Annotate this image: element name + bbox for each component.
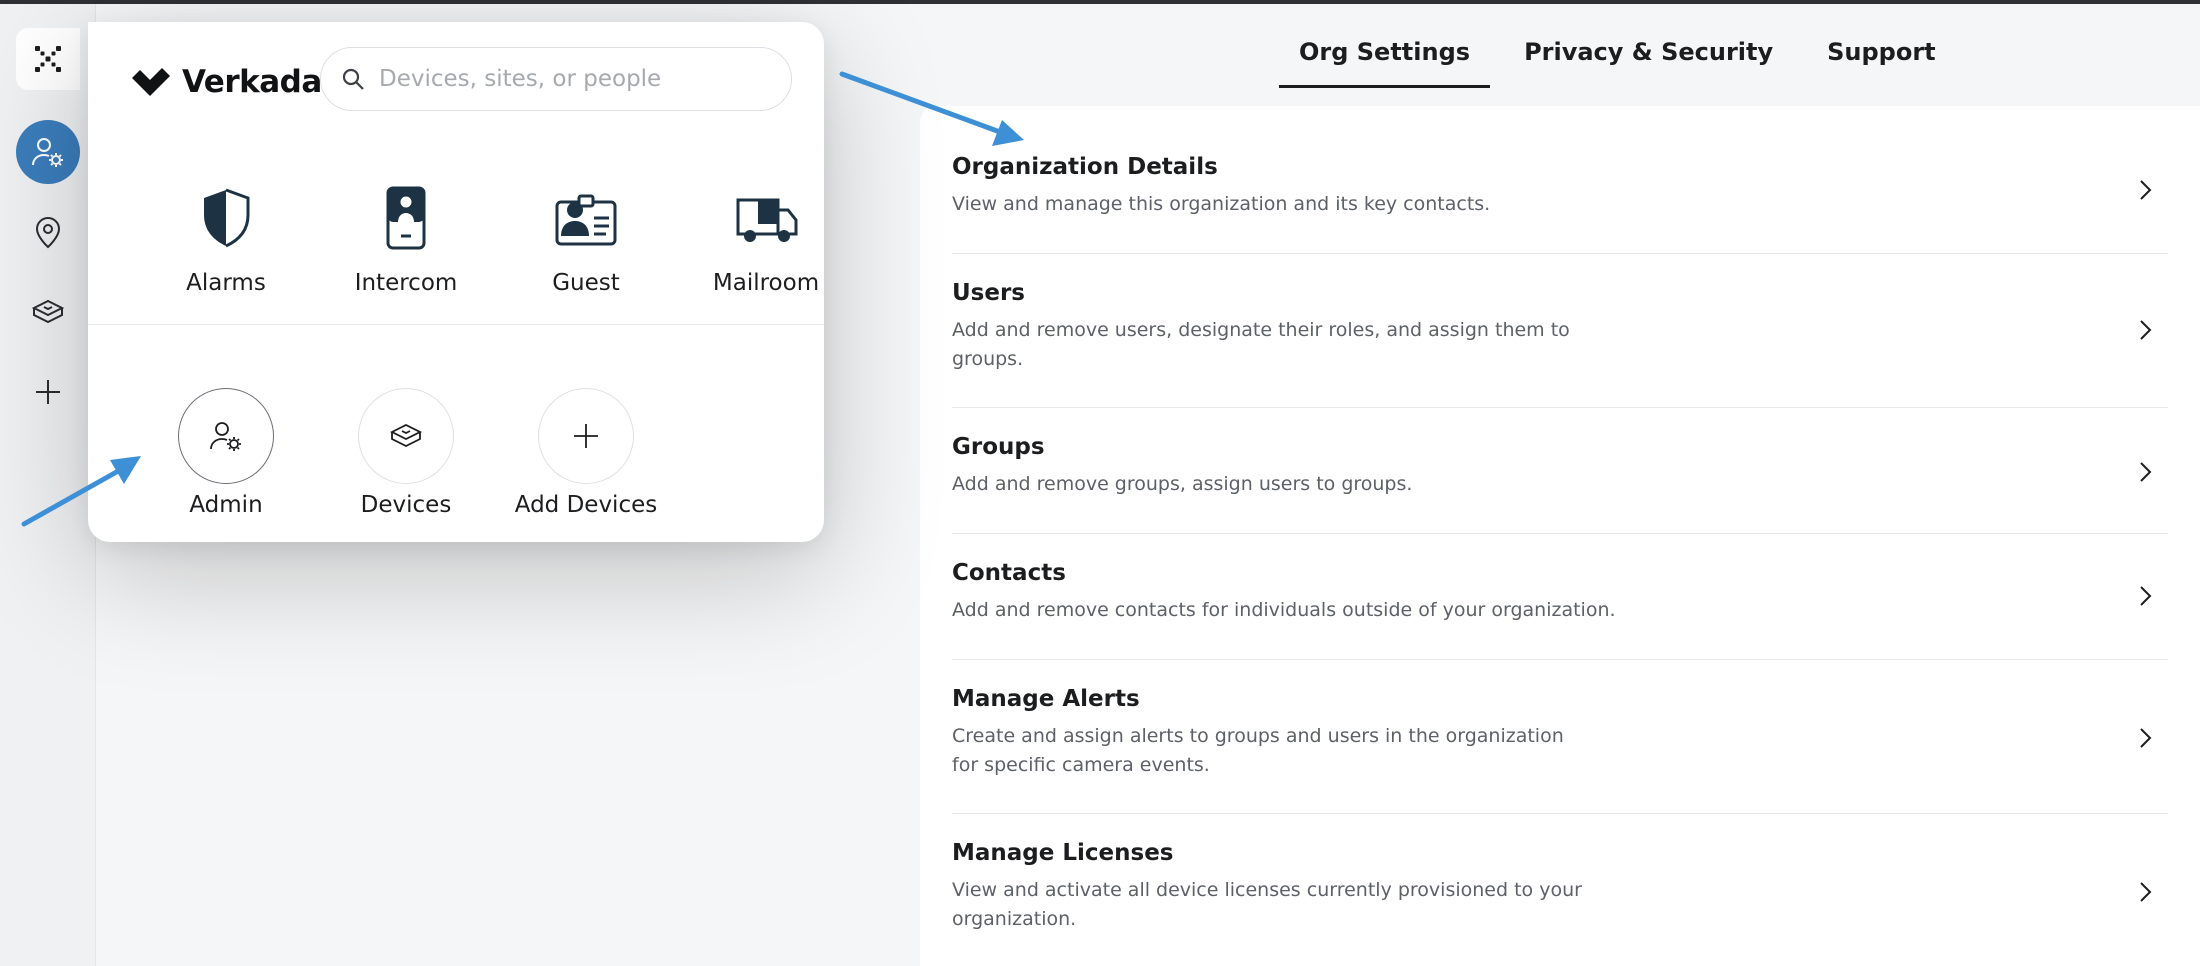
- settings-row-description: View and activate all device licenses cu…: [952, 879, 1582, 930]
- tab-support[interactable]: Support: [1807, 30, 1956, 88]
- settings-row-title: Manage Alerts: [952, 686, 1140, 712]
- app-root: Org Settings Privacy & Security Support …: [0, 0, 2200, 966]
- rail-devices-button[interactable]: [16, 280, 80, 344]
- search-icon: [342, 68, 364, 90]
- launcher-search[interactable]: [320, 47, 792, 111]
- settings-row-description: Add and remove groups, assign users to g…: [952, 473, 1413, 495]
- device-box-icon: [389, 423, 423, 448]
- delivery-truck-icon: [736, 198, 798, 242]
- tool-label: Admin: [189, 492, 263, 518]
- settings-row-contacts[interactable]: Contacts Add and remove contacts for ind…: [952, 534, 2168, 660]
- app-label: Intercom: [354, 270, 458, 296]
- app-guest[interactable]: Guest: [496, 162, 676, 312]
- rail-sites-button[interactable]: [16, 200, 80, 264]
- tab-org-settings[interactable]: Org Settings: [1279, 30, 1491, 88]
- settings-row-title: Contacts: [952, 560, 1066, 586]
- app-label: Alarms: [186, 270, 266, 296]
- chevron-right-icon: [2140, 462, 2152, 482]
- verkada-logo-icon: [132, 68, 170, 96]
- launcher-divider: [88, 324, 824, 325]
- app-switcher-button[interactable]: [16, 28, 80, 90]
- device-box-icon: [31, 299, 65, 324]
- settings-row-organization-details[interactable]: Organization Details View and manage thi…: [952, 106, 2168, 254]
- app-alarms[interactable]: Alarms: [136, 162, 316, 312]
- shield-icon: [204, 188, 250, 248]
- settings-row-manage-alerts[interactable]: Manage Alerts Create and assign alerts t…: [952, 660, 2168, 814]
- tab-privacy-security[interactable]: Privacy & Security: [1504, 30, 1793, 88]
- app-label: Guest: [552, 270, 620, 296]
- app-label: Mailroom: [712, 270, 820, 296]
- chevron-right-icon: [2140, 320, 2152, 340]
- org-settings-list: Organization Details View and manage thi…: [920, 106, 2200, 966]
- tool-admin[interactable]: Admin: [136, 364, 316, 518]
- user-gear-icon: [32, 138, 63, 167]
- plus-icon: [36, 380, 60, 404]
- chevron-right-icon: [2140, 728, 2152, 748]
- settings-row-description: Add and remove contacts for individuals …: [952, 599, 1616, 621]
- left-rail: [0, 4, 96, 966]
- settings-row-title: Organization Details: [952, 154, 1218, 180]
- chevron-right-icon: [2140, 586, 2152, 606]
- settings-row-title: Groups: [952, 434, 1045, 460]
- settings-tabs: Org Settings Privacy & Security Support: [1279, 30, 1956, 90]
- launcher-apps: Alarms Intercom Guest Mailroom: [88, 162, 824, 312]
- tool-label: Add Devices: [514, 492, 658, 518]
- launcher-header: Verkada: [88, 22, 824, 132]
- app-intercom[interactable]: Intercom: [316, 162, 496, 312]
- tool-label: Devices: [360, 492, 452, 518]
- tool-add-devices-circle[interactable]: [538, 388, 634, 484]
- tool-admin-circle[interactable]: [178, 388, 274, 484]
- settings-row-title: Users: [952, 280, 1025, 306]
- location-pin-icon: [35, 217, 61, 249]
- settings-row-manage-licenses[interactable]: Manage Licenses View and activate all de…: [952, 814, 2168, 966]
- settings-row-description: View and manage this organization and it…: [952, 193, 1491, 215]
- brand: Verkada: [132, 64, 322, 100]
- settings-row-users[interactable]: Users Add and remove users, designate th…: [952, 254, 2168, 408]
- settings-row-description: Create and assign alerts to groups and u…: [952, 725, 1564, 776]
- app-grid-icon: [35, 46, 61, 72]
- plus-icon: [574, 424, 598, 448]
- settings-row-title: Manage Licenses: [952, 840, 1174, 866]
- tool-add-devices[interactable]: Add Devices: [496, 364, 676, 518]
- search-input[interactable]: [379, 66, 759, 92]
- chevron-right-icon: [2140, 882, 2152, 902]
- app-mailroom[interactable]: Mailroom: [676, 162, 856, 312]
- settings-row-groups[interactable]: Groups Add and remove groups, assign use…: [952, 408, 2168, 534]
- guest-badge-icon: [555, 194, 617, 246]
- brand-name: Verkada: [182, 64, 322, 100]
- user-gear-icon: [210, 422, 241, 451]
- rail-admin-button[interactable]: [16, 120, 80, 184]
- tool-devices[interactable]: Devices: [316, 364, 496, 518]
- chevron-right-icon: [2140, 180, 2152, 200]
- settings-row-description: Add and remove users, designate their ro…: [952, 319, 1570, 370]
- launcher-tools: Admin Devices Add Devices: [88, 364, 824, 524]
- intercom-icon: [386, 186, 426, 250]
- app-launcher-popover: Verkada Alarms: [88, 22, 824, 542]
- tool-devices-circle[interactable]: [358, 388, 454, 484]
- rail-add-button[interactable]: [16, 360, 80, 424]
